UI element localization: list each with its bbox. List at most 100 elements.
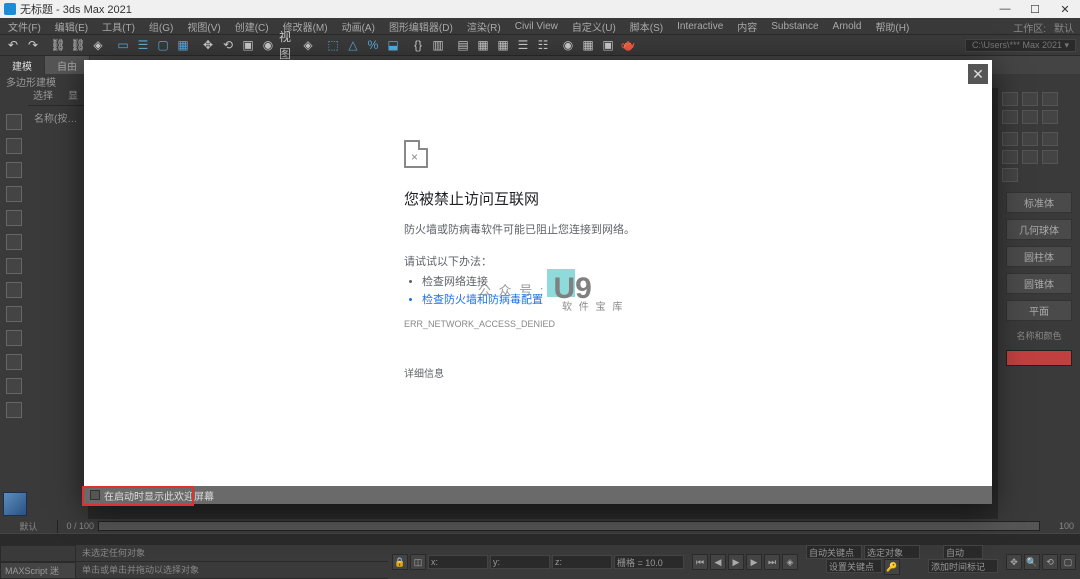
move-icon[interactable]: ✥ [199,36,217,54]
rp-btn-geo[interactable]: 几何球体 [1006,219,1072,240]
tab-modeling[interactable]: 建模 [0,56,45,74]
menu-create[interactable]: 创建(C) [231,19,273,34]
menu-tools[interactable]: 工具(T) [98,19,139,34]
menu-content[interactable]: 内容 [733,19,761,34]
lp-tab-select[interactable]: 选择 [28,88,58,105]
coord-icon[interactable]: 视图 [279,36,297,54]
rail-icon[interactable] [6,114,22,130]
menu-custom[interactable]: 自定义(U) [568,19,620,34]
select-icon[interactable]: ▭ [114,36,132,54]
layer-icon[interactable]: ▦ [474,36,492,54]
auto-label[interactable]: 自动 [943,545,983,559]
render-setup-icon[interactable]: ▦ [579,36,597,54]
rotate-icon[interactable]: ⟲ [219,36,237,54]
color-swatch[interactable] [1006,350,1072,366]
viewcube-icon[interactable] [3,492,27,516]
system-icon[interactable] [1002,168,1018,182]
camera-icon[interactable] [1002,150,1018,164]
goto-start-icon[interactable]: ⏮ [692,554,708,570]
select-name-icon[interactable]: ☰ [134,36,152,54]
ribbon-icon[interactable]: ▦ [494,36,512,54]
zoom-icon[interactable]: 🔍 [1024,554,1040,570]
rp-btn-cyl[interactable]: 圆柱体 [1006,246,1072,267]
menu-graph[interactable]: 图形编辑器(D) [385,19,457,34]
utility-tab-icon[interactable] [1042,110,1058,124]
space-icon[interactable] [1042,150,1058,164]
rp-btn-std[interactable]: 标准体 [1006,192,1072,213]
helper-icon[interactable] [1022,150,1038,164]
rail-icon[interactable] [6,258,22,274]
next-frame-icon[interactable]: ▶ [746,554,762,570]
rail-icon[interactable] [6,234,22,250]
shape-icon[interactable] [1022,132,1038,146]
dialog-close-button[interactable]: ✕ [968,64,988,84]
select-rect-icon[interactable]: ▢ [154,36,172,54]
pan-icon[interactable]: ✥ [1006,554,1022,570]
goto-end-icon[interactable]: ⏭ [764,554,780,570]
coord-y[interactable]: y: [490,555,550,569]
scale-icon[interactable]: ▣ [239,36,257,54]
coord-z[interactable]: z: [552,555,612,569]
menu-civil[interactable]: Civil View [511,21,562,32]
maxscript-label[interactable]: MAXScript 迷 [0,562,76,579]
autokey-btn[interactable]: 自动关键点 [806,545,862,559]
close-button[interactable]: ✕ [1050,0,1080,18]
menu-group[interactable]: 组(G) [145,19,177,34]
lock-icon[interactable]: 🔒 [392,554,408,570]
maximize-button[interactable]: ☐ [1020,0,1050,18]
rail-icon[interactable] [6,330,22,346]
rp-btn-plane[interactable]: 平面 [1006,300,1072,321]
rail-icon[interactable] [6,354,22,370]
pivot-icon[interactable]: ◈ [299,36,317,54]
iso-icon[interactable]: ◫ [410,554,426,570]
schematic-icon[interactable]: ☷ [534,36,552,54]
render-icon[interactable]: 🫖 [619,36,637,54]
menu-script[interactable]: 脚本(S) [626,19,667,34]
named-sel-icon[interactable]: {} [409,36,427,54]
modify-tab-icon[interactable] [1022,92,1038,106]
orbit-icon[interactable]: ⟲ [1042,554,1058,570]
menu-edit[interactable]: 编辑(E) [51,19,92,34]
create-tab-icon[interactable] [1002,92,1018,106]
place-icon[interactable]: ◉ [259,36,277,54]
menu-help[interactable]: 帮助(H) [871,19,913,34]
angle-snap-icon[interactable]: △ [344,36,362,54]
time-slider[interactable] [98,521,1040,531]
minimize-button[interactable]: — [990,0,1020,18]
hierarchy-tab-icon[interactable] [1042,92,1058,106]
unlink-icon[interactable]: ⛓ [69,36,87,54]
rp-btn-cone[interactable]: 圆锥体 [1006,273,1072,294]
geom-icon[interactable] [1002,132,1018,146]
menu-view[interactable]: 视图(V) [183,19,224,34]
prev-frame-icon[interactable]: ◀ [710,554,726,570]
setkey-btn[interactable]: 设置关键点 [826,559,882,573]
coord-x[interactable]: x: [428,555,488,569]
snap-icon[interactable]: ⬚ [324,36,342,54]
error-detail[interactable]: 详细信息 [404,365,992,380]
spinner-snap-icon[interactable]: ⬓ [384,36,402,54]
max-icon[interactable]: ▢ [1060,554,1076,570]
redo-icon[interactable]: ↷ [24,36,42,54]
rail-icon[interactable] [6,378,22,394]
menu-anim[interactable]: 动画(A) [338,19,379,34]
rail-icon[interactable] [6,138,22,154]
bind-icon[interactable]: ◈ [89,36,107,54]
undo-icon[interactable]: ↶ [4,36,22,54]
key-icon[interactable]: 🔑 [884,559,900,575]
curve-icon[interactable]: ☰ [514,36,532,54]
menu-file[interactable]: 文件(F) [4,19,45,34]
menu-arnold[interactable]: Arnold [829,21,866,32]
display-tab-icon[interactable] [1022,110,1038,124]
key-mode-icon[interactable]: ◈ [782,554,798,570]
light-icon[interactable] [1042,132,1058,146]
menu-render[interactable]: 渲染(R) [463,19,505,34]
link-icon[interactable]: ⛓ [49,36,67,54]
window-cross-icon[interactable]: ▦ [174,36,192,54]
project-path[interactable]: C:\Users\*** Max 2021 ▾ [965,39,1076,52]
align-icon[interactable]: ▤ [454,36,472,54]
addtime-label[interactable]: 添加时间标记 [928,559,998,573]
motion-tab-icon[interactable] [1002,110,1018,124]
rail-icon[interactable] [6,306,22,322]
timeline[interactable] [0,533,1080,545]
menu-substance[interactable]: Substance [767,21,822,32]
